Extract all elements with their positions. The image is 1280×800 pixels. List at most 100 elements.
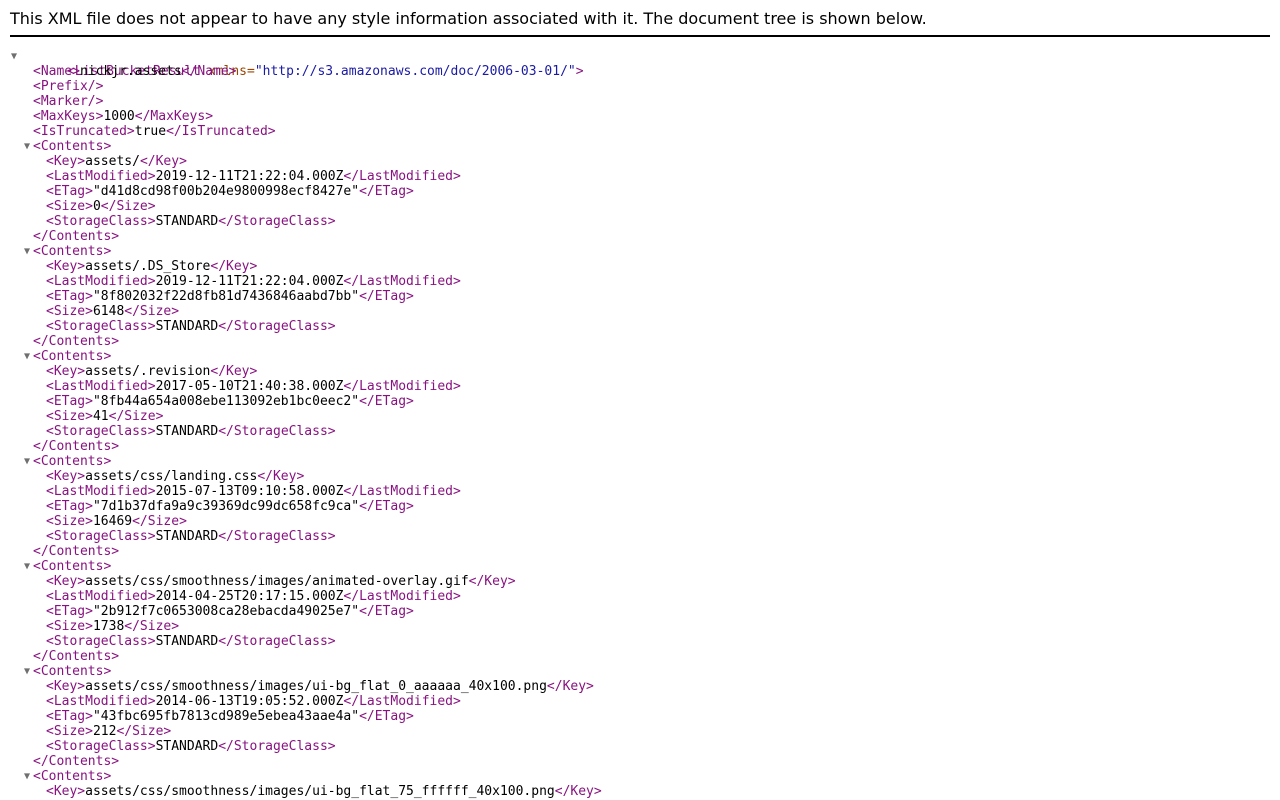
tag-open: <StorageClass> [46, 424, 156, 439]
key-value: assets/ [85, 154, 140, 169]
contents-close-line: </Contents> [10, 334, 602, 349]
tag-open: <Size> [46, 724, 93, 739]
collapse-toggle-icon[interactable]: ▼ [22, 559, 32, 574]
storage-class-value: STANDARD [155, 529, 219, 544]
no-style-notice: This XML file does not appear to have an… [10, 9, 1270, 37]
contents-element: ▼ <Contents> <Key>assets/.DS_Store</Key> <L… [10, 244, 602, 349]
header-field-marker: <Marker/> [10, 94, 602, 109]
tag-open: <ETag> [46, 184, 93, 199]
etag-line: <ETag>"2b912f7c0653008ca28ebacda49025e7"… [10, 604, 602, 619]
tag-open: <StorageClass> [46, 634, 156, 649]
key-value: assets/css/landing.css [85, 469, 258, 484]
last-modified-line: <LastModified>2019-12-11T21:22:04.000Z</… [10, 169, 602, 184]
tag-close: </StorageClass> [218, 529, 336, 544]
size-line: <Size>0</Size> [10, 199, 602, 214]
contents-element: ▼ <Contents> <Key>assets/css/smoothness/im… [10, 664, 602, 769]
contents-open-tag: <Contents> [33, 559, 112, 574]
tag-open: <Size> [46, 619, 93, 634]
size-line: <Size>16469</Size> [10, 514, 602, 529]
tag-open: <LastModified> [46, 694, 156, 709]
etag-value: "8f802032f22d8fb81d7436846aabd7bb" [92, 289, 360, 304]
key-value: assets/css/smoothness/images/ui-bg_flat_… [85, 784, 555, 799]
size-line: <Size>41</Size> [10, 409, 602, 424]
xml-document-tree: ▼ <ListBucketResult xmlns="http://s3.amaz… [10, 49, 602, 799]
tag-open: <ETag> [46, 604, 93, 619]
tag-close: </LastModified> [343, 274, 461, 289]
contents-open-line: ▼ <Contents> [10, 454, 602, 469]
tag-open: <LastModified> [46, 589, 156, 604]
key-line: <Key>assets/css/smoothness/images/ui-bg_… [10, 679, 602, 694]
size-value: 41 [92, 409, 109, 424]
last-modified-value: 2019-12-11T21:22:04.000Z [155, 169, 344, 184]
tag-close: </Size> [124, 619, 180, 634]
etag-line: <ETag>"8fb44a654a008ebe113092eb1bc0eec2"… [10, 394, 602, 409]
key-line: <Key>assets/css/landing.css</Key> [10, 469, 602, 484]
tag-close: </Size> [132, 514, 187, 529]
contents-close-line: </Contents> [10, 229, 602, 244]
tag-open: <StorageClass> [46, 739, 156, 754]
contents-list: ▼ <Contents> <Key>assets/</Key> <LastModifi… [10, 139, 602, 769]
tag-close: </ETag> [359, 289, 414, 304]
contents-element: ▼ <Contents> <Key>assets/css/landing.css</… [10, 454, 602, 559]
last-modified-line: <LastModified>2014-06-13T19:05:52.000Z</… [10, 694, 602, 709]
tag-open: <Key> [46, 679, 86, 694]
collapse-toggle-icon[interactable]: ▼ [22, 664, 32, 679]
contents-element: ▼ <Contents> <Key>assets/</Key> <LastModifi… [10, 139, 602, 244]
tag-close: </Key> [210, 364, 258, 379]
collapse-toggle-icon[interactable]: ▼ [22, 769, 32, 784]
tag-close: </LastModified> [343, 379, 461, 394]
tag-open: <StorageClass> [46, 319, 156, 334]
etag-line: <ETag>"d41d8cd98f00b204e9800998ecf8427e"… [10, 184, 602, 199]
collapse-toggle-icon[interactable]: ▼ [22, 244, 32, 259]
tag-open: <ETag> [46, 709, 93, 724]
tag-close: </Key> [257, 469, 305, 484]
contents-close-line: </Contents> [10, 649, 602, 664]
contents-open-line: ▼ <Contents> [10, 244, 602, 259]
storage-class-line: <StorageClass>STANDARD</StorageClass> [10, 529, 602, 544]
contents-close-tag: </Contents> [33, 544, 120, 559]
key-close-tag: </Key> [554, 784, 602, 799]
size-line: <Size>212</Size> [10, 724, 602, 739]
key-line: <Key>assets/css/smoothness/images/animat… [10, 574, 602, 589]
contents-close-tag: </Contents> [33, 754, 120, 769]
collapse-toggle-icon[interactable]: ▼ [22, 139, 32, 154]
contents-close-tag: </Contents> [33, 229, 120, 244]
contents-open-line: ▼ <Contents> [10, 769, 602, 784]
contents-open-line: ▼ <Contents> [10, 349, 602, 364]
tag-open: <Key> [46, 259, 86, 274]
size-line: <Size>1738</Size> [10, 619, 602, 634]
collapse-toggle-icon[interactable]: ▼ [9, 49, 19, 64]
tag-open: <Key> [46, 469, 86, 484]
key-value: assets/.revision [85, 364, 211, 379]
key-open-tag: <Key> [46, 784, 86, 799]
tag-close: </ETag> [359, 394, 414, 409]
tag-close: </StorageClass> [218, 739, 336, 754]
tag-close: </LastModified> [343, 484, 461, 499]
storage-class-line: <StorageClass>STANDARD</StorageClass> [10, 739, 602, 754]
tag-open: <LastModified> [46, 169, 156, 184]
tag-close: </Key> [546, 679, 594, 694]
collapse-toggle-icon[interactable]: ▼ [22, 349, 32, 364]
tag-close: </Size> [108, 409, 164, 424]
contents-open-tag: <Contents> [33, 244, 112, 259]
etag-value: "43fbc695fb7813cd989e5ebea43aae4a" [92, 709, 360, 724]
last-modified-value: 2014-06-13T19:05:52.000Z [155, 694, 344, 709]
collapse-toggle-icon[interactable]: ▼ [22, 454, 32, 469]
key-value: assets/css/smoothness/images/ui-bg_flat_… [85, 679, 547, 694]
storage-class-value: STANDARD [155, 319, 219, 334]
tag-close: </StorageClass> [218, 424, 336, 439]
last-modified-value: 2014-04-25T20:17:15.000Z [155, 589, 344, 604]
size-value: 6148 [92, 304, 125, 319]
size-line: <Size>6148</Size> [10, 304, 602, 319]
tag-close: </LastModified> [343, 169, 461, 184]
contents-open-tag: <Contents> [33, 664, 112, 679]
header-field-maxkeys: <MaxKeys>1000</MaxKeys> [10, 109, 602, 124]
contents-open-tag: <Contents> [33, 349, 112, 364]
contents-close-tag: </Contents> [33, 334, 120, 349]
tag-close: </Size> [116, 724, 172, 739]
tag-open: <Size> [46, 409, 93, 424]
tag-open: <Prefix/> [33, 79, 104, 94]
key-line: <Key>assets/.revision</Key> [10, 364, 602, 379]
contents-close-line: </Contents> [10, 544, 602, 559]
contents-open-tag: <Contents> [33, 769, 112, 784]
